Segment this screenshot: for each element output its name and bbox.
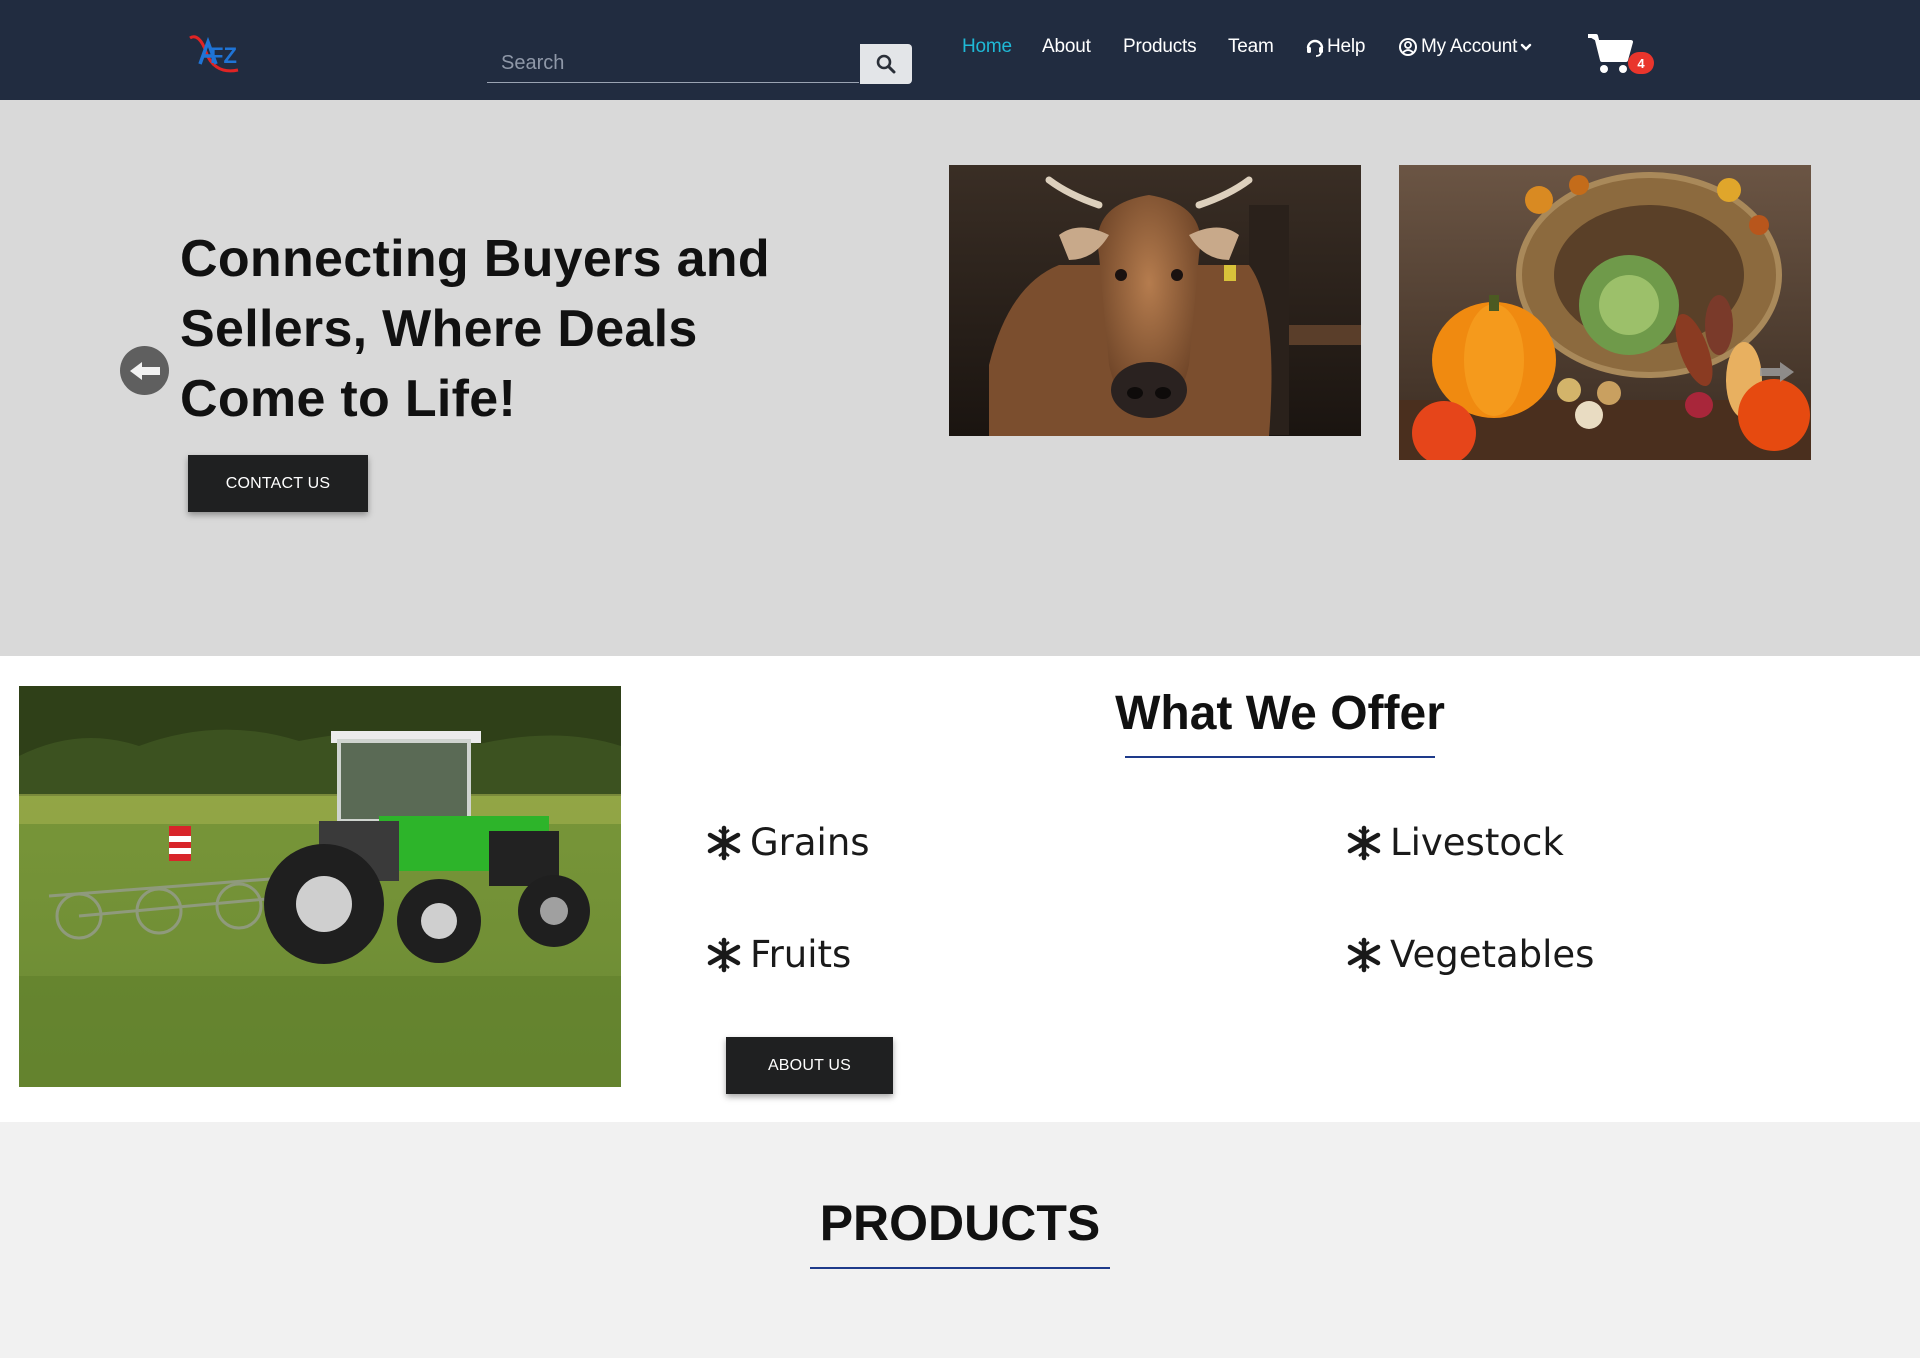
nav-my-account-label: My Account	[1421, 36, 1518, 57]
products-section: PRODUCTS	[0, 1122, 1920, 1358]
offer-item-label: Livestock	[1390, 821, 1564, 864]
search-input[interactable]	[487, 44, 859, 83]
products-title-underline	[810, 1267, 1110, 1269]
user-circle-icon	[1399, 38, 1417, 56]
search-icon	[876, 54, 896, 74]
nav-my-account[interactable]: My Account	[1398, 36, 1532, 58]
nav-home-label: Home	[962, 36, 1012, 57]
offer-title-underline	[1125, 756, 1435, 758]
offer-item-vegetables: Vegetables	[1346, 933, 1594, 976]
nav-products[interactable]: Products	[1123, 36, 1197, 58]
nav-about-label: About	[1042, 36, 1091, 57]
cow-photo	[949, 165, 1361, 436]
brand-logo[interactable]: FZ	[186, 30, 246, 80]
tractor-photo	[19, 686, 621, 1087]
offer-title: What We Offer	[1115, 687, 1445, 740]
nav-products-label: Products	[1123, 36, 1197, 57]
headset-icon	[1306, 39, 1324, 57]
products-title: PRODUCTS	[819, 1195, 1101, 1251]
carousel-prev-button[interactable]	[120, 346, 169, 395]
nav-team-label: Team	[1228, 36, 1274, 57]
nav-home[interactable]: Home	[962, 36, 1012, 58]
hero-title: Connecting Buyers and Sellers, Where Dea…	[180, 230, 770, 428]
navbar: FZ Home About Products Team Help	[0, 0, 1920, 100]
nav-help-label: Help	[1327, 36, 1366, 57]
snowflake-icon	[1347, 937, 1381, 972]
logo-text: FZ	[210, 43, 237, 68]
offer-item-label: Fruits	[750, 933, 852, 976]
arrow-left-icon	[129, 361, 160, 380]
harvest-vegetables-photo	[1399, 165, 1811, 460]
offer-item-grains: Grains	[706, 821, 870, 864]
nav-team[interactable]: Team	[1228, 36, 1274, 58]
search-bar	[487, 44, 912, 84]
hero-carousel: Connecting Buyers and Sellers, Where Dea…	[0, 100, 1920, 656]
snowflake-icon	[707, 825, 741, 860]
snowflake-icon	[1347, 825, 1381, 860]
search-button[interactable]	[860, 44, 912, 84]
contact-us-button[interactable]: CONTACT US	[188, 455, 368, 512]
snowflake-icon	[707, 937, 741, 972]
offer-item-label: Vegetables	[1390, 933, 1595, 976]
offer-item-label: Grains	[750, 821, 870, 864]
cart-button[interactable]: 4	[1586, 32, 1656, 82]
offer-item-fruits: Fruits	[706, 933, 851, 976]
cart-icon	[1588, 34, 1633, 73]
cart-count-badge: 4	[1628, 52, 1654, 74]
carousel-next-button[interactable]	[1756, 358, 1796, 386]
nav-help[interactable]: Help	[1305, 36, 1365, 58]
offer-item-livestock: Livestock	[1346, 821, 1564, 864]
nav-about[interactable]: About	[1042, 36, 1091, 58]
arrow-right-icon	[1760, 362, 1794, 382]
offer-section: What We Offer Grains Livestock Fruits Ve…	[0, 656, 1920, 1122]
logo-icon: FZ	[189, 35, 239, 73]
chevron-down-icon	[1521, 43, 1532, 51]
about-us-button[interactable]: ABOUT US	[726, 1037, 893, 1094]
